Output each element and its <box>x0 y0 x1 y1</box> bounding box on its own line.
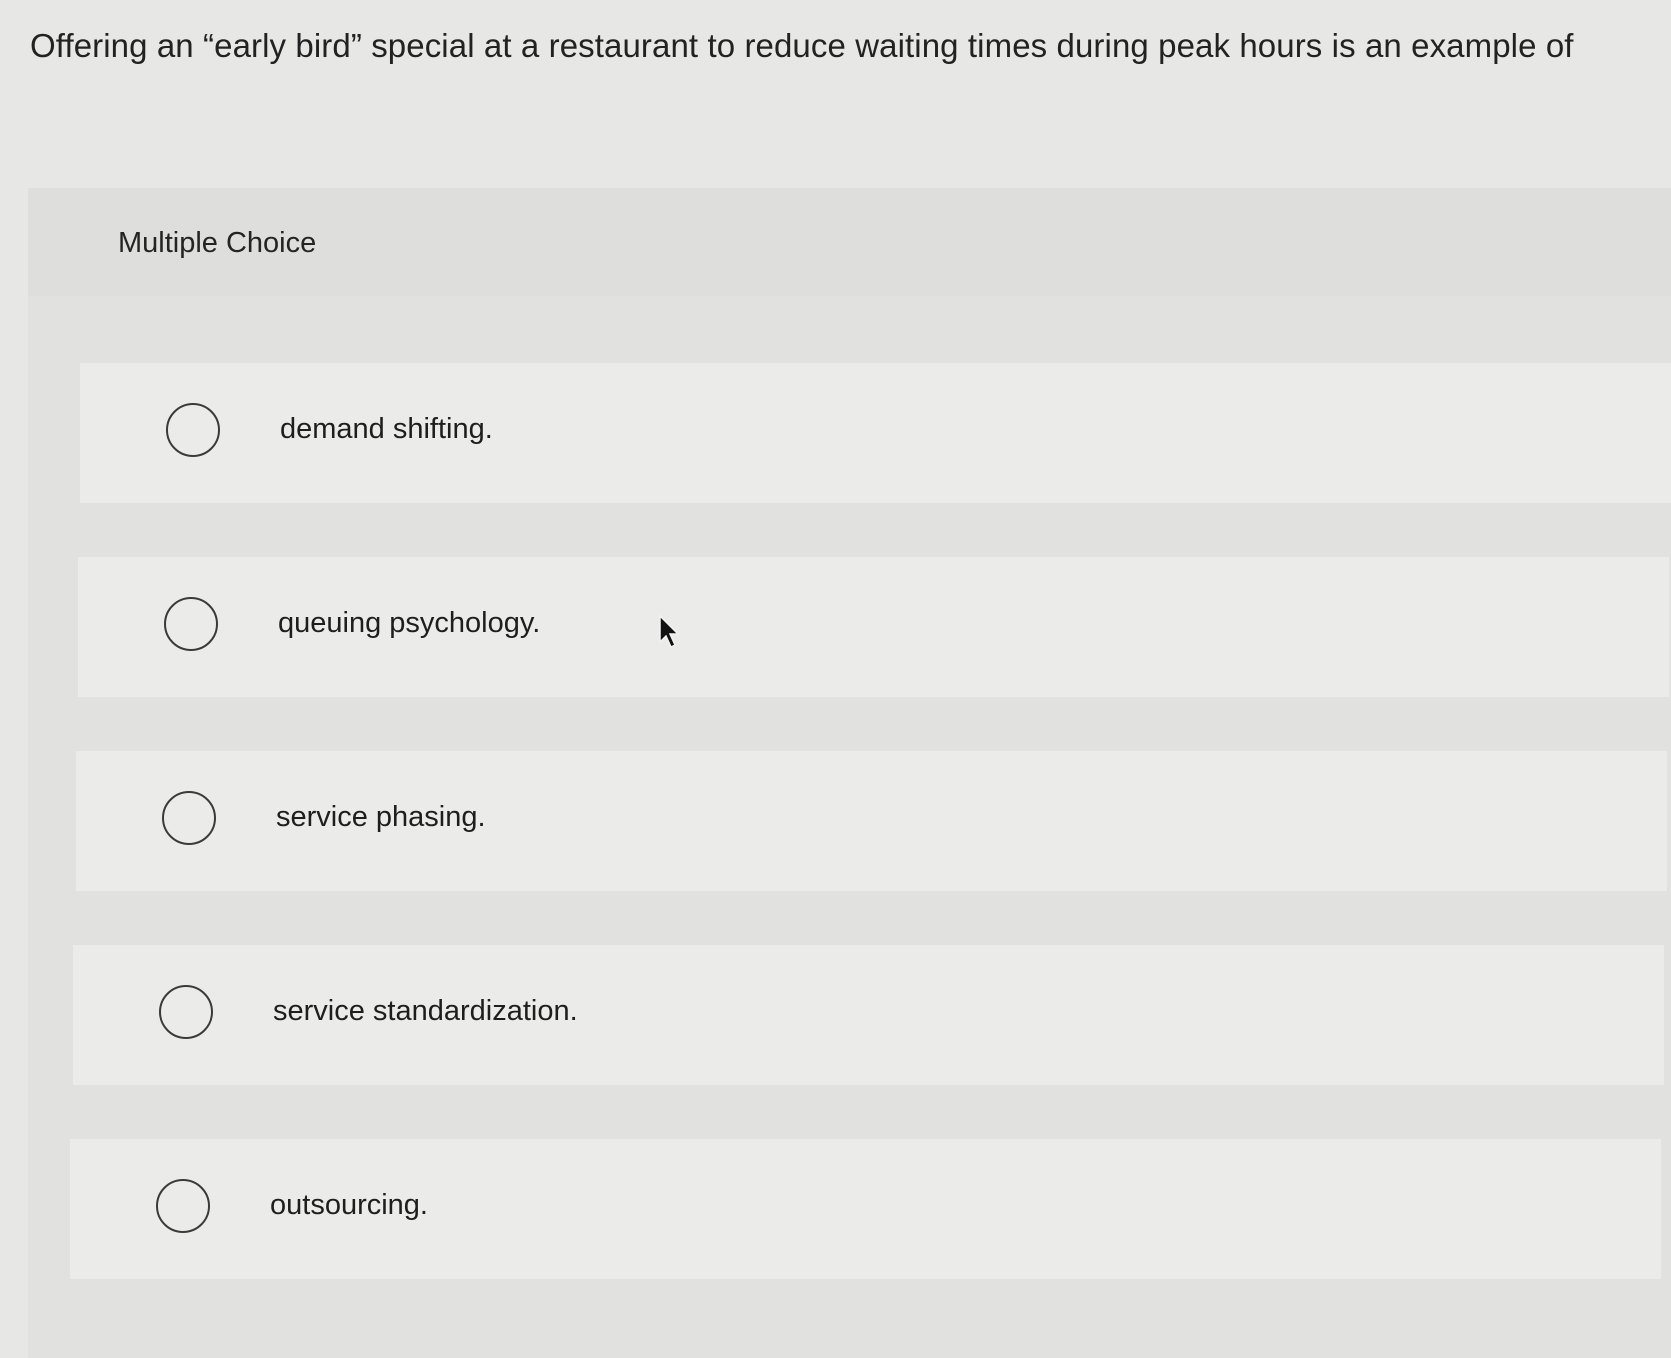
choice-label-4: service standardization. <box>273 995 578 1027</box>
choice-label-2: queuing psychology. <box>278 607 541 639</box>
choice-option-5[interactable]: outsourcing. <box>70 1139 1661 1279</box>
mouse-pointer-icon <box>659 614 680 649</box>
radio-unselected-icon[interactable] <box>159 985 213 1039</box>
panel-header: Multiple Choice <box>28 188 1671 296</box>
radio-unselected-icon[interactable] <box>162 791 216 845</box>
choice-option-2[interactable]: queuing psychology. <box>78 557 1669 697</box>
choice-option-3[interactable]: service phasing. <box>76 751 1667 891</box>
choice-label-1: demand shifting. <box>280 413 493 445</box>
multiple-choice-panel: Multiple Choice demand shifting. queuing… <box>28 188 1671 1358</box>
radio-unselected-icon[interactable] <box>166 403 220 457</box>
choice-option-4[interactable]: service standardization. <box>73 945 1664 1085</box>
radio-unselected-icon[interactable] <box>164 597 218 651</box>
question-text: Offering an “early bird” special at a re… <box>30 27 1574 64</box>
question-type-label: Multiple Choice <box>118 227 317 259</box>
choice-label-3: service phasing. <box>276 801 486 833</box>
radio-unselected-icon[interactable] <box>156 1179 210 1233</box>
choice-option-1[interactable]: demand shifting. <box>80 363 1671 503</box>
choice-label-5: outsourcing. <box>270 1189 428 1221</box>
